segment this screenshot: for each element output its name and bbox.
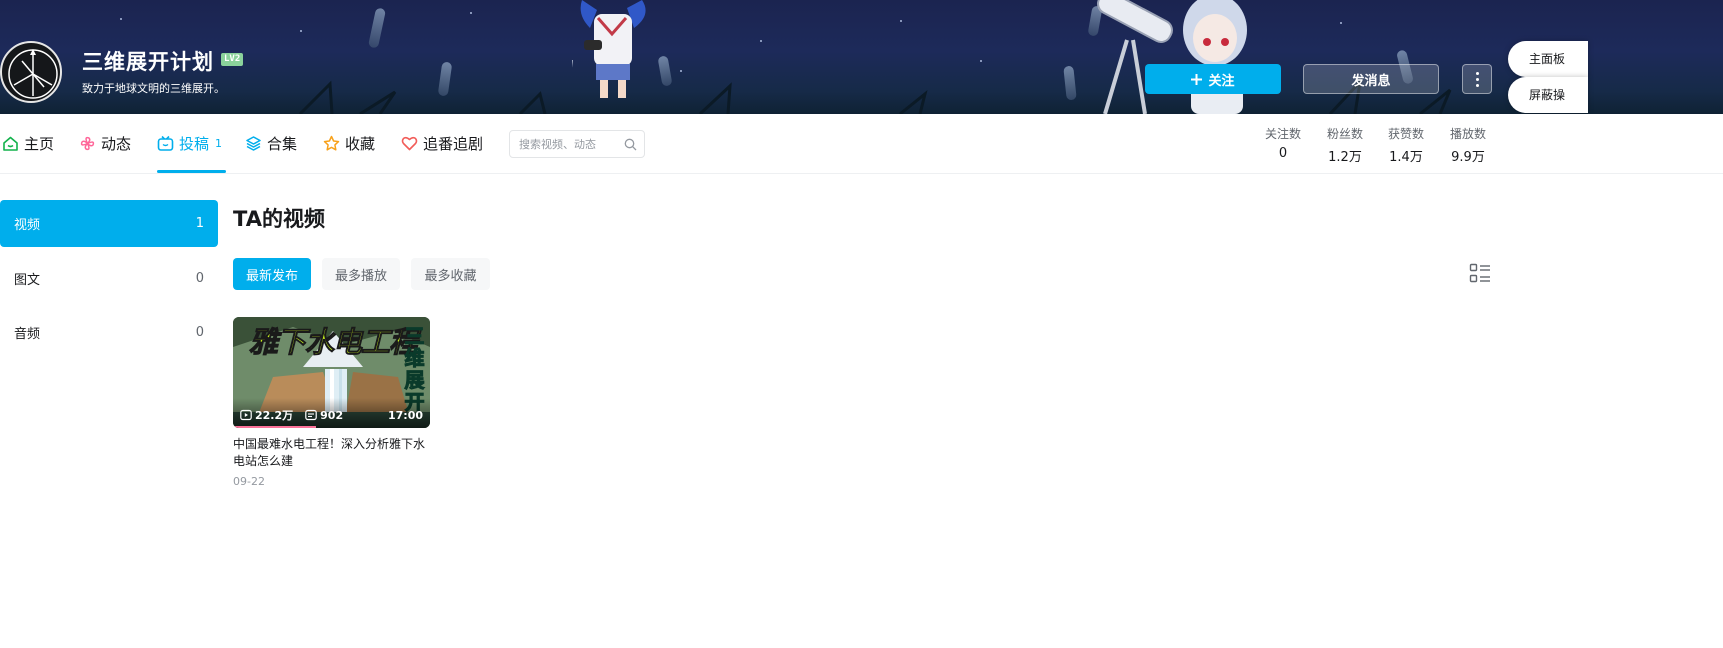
user-signature: 致力于地球文明的三维展开。: [82, 82, 225, 95]
sort-latest-button[interactable]: 最新发布: [233, 258, 311, 290]
character-illustration: [1097, 0, 1247, 114]
sidebar-item-audio[interactable]: 音频 0: [0, 309, 218, 356]
username: 三维展开计划: [82, 50, 214, 74]
tab-bangumi[interactable]: 追番追剧: [401, 114, 483, 173]
sort-most-favorited-button[interactable]: 最多收藏: [411, 258, 490, 290]
star-decoration: [680, 70, 682, 72]
stat-followers[interactable]: 粉丝数 1.2万: [1315, 125, 1375, 165]
avatar[interactable]: [0, 41, 62, 103]
stat-label: 关注数: [1264, 127, 1301, 141]
pinwheel-icon: [80, 136, 95, 151]
stat-plays: 播放数 9.9万: [1438, 125, 1498, 165]
tab-count: 1: [215, 137, 223, 150]
sidebar-item-count: 0: [195, 325, 204, 340]
star-decoration: [120, 18, 122, 20]
star-decoration: [900, 20, 902, 22]
stat-value: 1.2万: [1328, 150, 1362, 165]
stat-value: 9.9万: [1451, 150, 1485, 165]
stat-likes: 获赞数 1.4万: [1376, 125, 1436, 165]
tab-label: 收藏: [345, 135, 376, 153]
sidebar-item-count: 0: [195, 271, 204, 286]
search-icon[interactable]: [624, 138, 637, 151]
sidebar-item-video[interactable]: 视频 1: [0, 200, 218, 247]
star-icon: [323, 135, 340, 151]
tab-dynamic[interactable]: 动态: [79, 114, 131, 173]
star-decoration: [1340, 22, 1342, 24]
profile-nav: 主页 动态 投稿 1 合集 收藏 追番追剧 搜索视频、动态 关注数 0 粉丝数 …: [0, 114, 1723, 174]
block-button[interactable]: 屏蔽操: [1508, 77, 1588, 113]
tab-home[interactable]: 主页: [2, 114, 54, 173]
play-count: 22.2万: [240, 407, 293, 423]
search-box: [509, 130, 645, 158]
level-badge: LV2: [221, 53, 244, 66]
tab-label: 投稿: [179, 135, 210, 153]
stat-value: 0: [1278, 146, 1288, 161]
character-illustration: [572, 0, 646, 98]
reed-decoration: [367, 7, 387, 49]
star-decoration: [980, 60, 982, 62]
layers-icon: [246, 136, 261, 151]
star-decoration: [300, 30, 302, 32]
thumbnail-meta: 22.2万 902 17:00: [240, 407, 423, 423]
plus-icon: [1191, 73, 1203, 85]
sidebar-item-label: 视频: [14, 218, 41, 233]
stat-value: 1.4万: [1389, 150, 1423, 165]
tab-label: 追番追剧: [423, 135, 484, 153]
tv-icon: [157, 135, 174, 151]
tab-favorites[interactable]: 收藏: [323, 114, 375, 173]
home-icon: [3, 136, 18, 151]
stat-label: 获赞数: [1387, 127, 1424, 141]
profile-banner: 三维展开计划 LV2 致力于地球文明的三维展开。 关注 发消息 主面板 屏蔽操: [0, 0, 1723, 114]
video-duration: 17:00: [387, 408, 423, 422]
watch-progress-bar: [233, 426, 316, 428]
tab-label: 合集: [267, 135, 298, 153]
sidebar-item-count: 1: [195, 216, 204, 231]
play-icon: [240, 409, 252, 421]
thumbnail-title-text: 雅下水电工程: [248, 325, 418, 360]
follow-button[interactable]: 关注: [1145, 64, 1281, 94]
danmaku-count-value: 902: [320, 408, 344, 422]
main-panel-button[interactable]: 主面板: [1508, 41, 1588, 77]
danmaku-count: 902: [305, 409, 343, 422]
video-thumbnail[interactable]: 雅下水电工程 三维展开 22.2万 902 17:00: [233, 317, 430, 428]
tab-label: 主页: [24, 135, 55, 153]
star-decoration: [760, 40, 762, 42]
more-options-button[interactable]: [1462, 64, 1492, 94]
tab-collections[interactable]: 合集: [245, 114, 297, 173]
tab-label: 动态: [101, 135, 132, 153]
star-decoration: [470, 12, 472, 14]
sidebar-item-article[interactable]: 图文 0: [0, 255, 218, 302]
sort-most-played-button[interactable]: 最多播放: [322, 258, 400, 290]
video-date: 09-22: [233, 475, 265, 488]
video-title[interactable]: 中国最难水电工程！深入分析雅下水电站怎么建: [233, 436, 430, 470]
sidebar-item-label: 图文: [14, 273, 41, 288]
danmaku-icon: [305, 409, 317, 421]
search-input[interactable]: [519, 137, 623, 151]
list-view-icon[interactable]: [1469, 263, 1491, 285]
dot-icon: [1475, 71, 1479, 75]
sidebar-item-label: 音频: [14, 327, 41, 342]
stat-label: 播放数: [1449, 127, 1486, 141]
play-count-value: 22.2万: [255, 409, 294, 422]
stat-following[interactable]: 关注数 0: [1253, 125, 1313, 161]
send-message-button[interactable]: 发消息: [1303, 64, 1439, 94]
heart-icon: [401, 136, 418, 151]
follow-label: 关注: [1208, 72, 1235, 88]
stat-label: 粉丝数: [1326, 127, 1363, 141]
dot-icon: [1475, 83, 1479, 87]
tab-uploads[interactable]: 投稿 1: [157, 114, 227, 173]
video-card[interactable]: 雅下水电工程 三维展开 22.2万 902 17:00 中国: [233, 317, 430, 488]
dot-icon: [1475, 77, 1479, 81]
section-title: TA的视频: [233, 207, 325, 231]
